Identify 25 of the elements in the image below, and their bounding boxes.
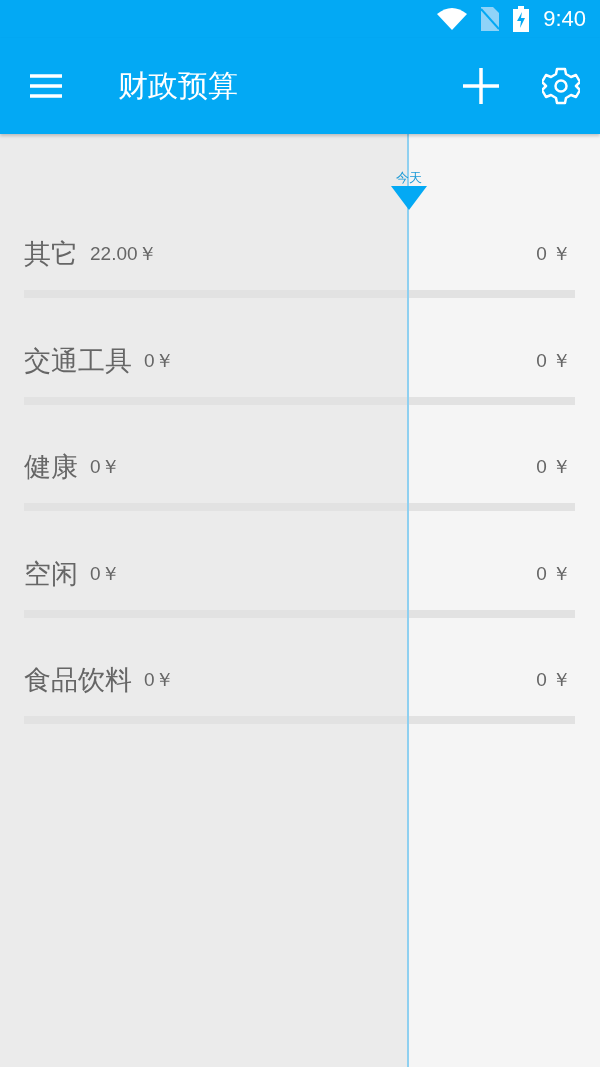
- category-name: 交通工具: [24, 343, 132, 378]
- spent-amount: 22.00￥: [90, 242, 158, 266]
- spent-amount: 0￥: [90, 561, 121, 586]
- category-name: 食品饮料: [24, 663, 132, 697]
- spent-amount: 0￥: [90, 455, 121, 479]
- battery-charging-icon: [513, 6, 530, 32]
- settings-icon[interactable]: [542, 67, 580, 105]
- today-marker-icon: [391, 186, 427, 210]
- remaining-amount: 0 ￥: [536, 561, 571, 586]
- remaining-amount: 0 ￥: [536, 455, 571, 479]
- today-label: 今天: [396, 170, 422, 186]
- sim-card-icon: [481, 7, 500, 31]
- app-title: 财政预算: [118, 66, 239, 105]
- status-time: 9:40: [543, 6, 586, 32]
- remaining-amount: 0 ￥: [536, 242, 571, 266]
- category-name: 其它: [24, 237, 78, 271]
- remaining-amount: 0 ￥: [536, 668, 571, 692]
- add-icon[interactable]: [462, 67, 500, 105]
- wifi-icon: [437, 8, 468, 30]
- spent-amount: 0￥: [144, 348, 175, 373]
- category-name: 健康: [24, 450, 78, 484]
- menu-icon[interactable]: [30, 74, 62, 98]
- category-name: 空闲: [24, 556, 78, 591]
- spent-amount: 0￥: [144, 668, 175, 692]
- remaining-amount: 0 ￥: [536, 348, 571, 373]
